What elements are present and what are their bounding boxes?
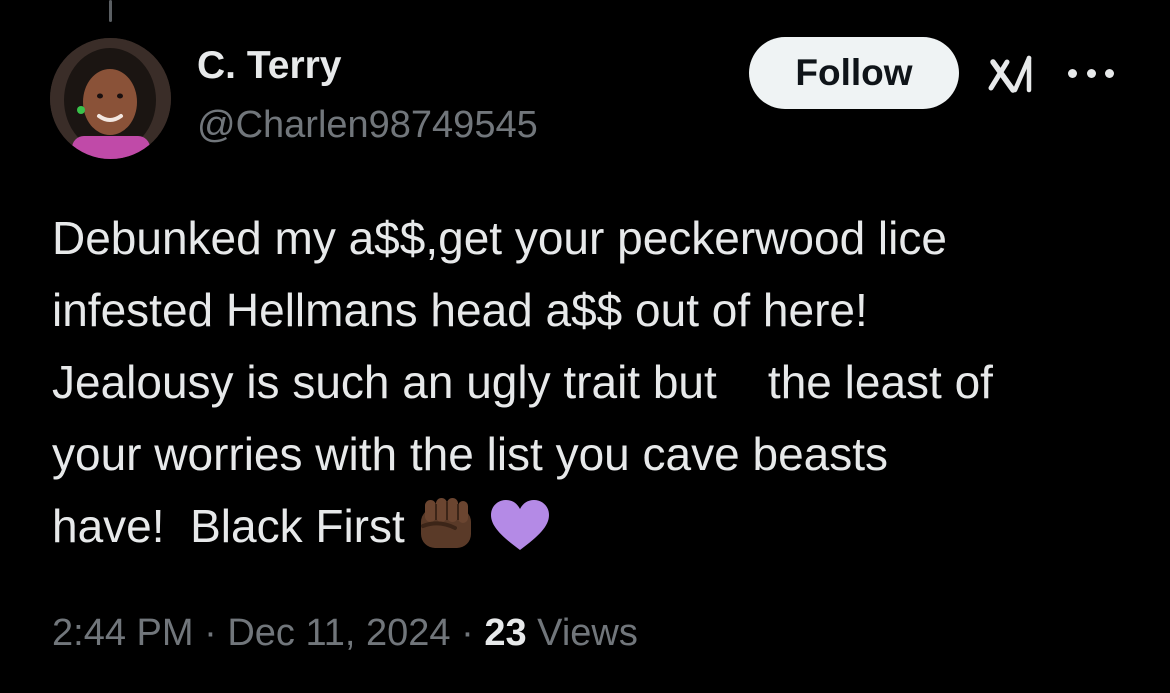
more-dot (1086, 68, 1096, 78)
purple-heart-icon (489, 498, 551, 574)
tweet-line: Debunked my a$$,get your peckerwood lice (52, 212, 947, 264)
tweet-time[interactable]: 2:44 PM (52, 612, 194, 654)
thread-connector-line (109, 0, 112, 22)
tweet-line: infested Hellmans head a$$ out of here! (52, 284, 868, 336)
more-dot (1068, 68, 1077, 78)
meta-separator: · (461, 612, 474, 654)
tweet-date[interactable]: Dec 11, 2024 (227, 612, 450, 654)
author-display-name[interactable]: C. Terry (197, 44, 342, 88)
tweet-line: your worries with the list you cave beas… (52, 428, 889, 480)
grok-icon[interactable] (987, 52, 1037, 96)
tweet-body: Debunked my a$$,get your peckerwood lice… (52, 202, 1132, 562)
tweet-meta: 2:44 PM · Dec 11, 2024 · 23 Views (52, 612, 638, 655)
follow-button[interactable]: Follow (749, 37, 959, 109)
more-dot (1105, 68, 1114, 78)
tweet-line: Jealousy is such an ugly trait but the l… (52, 356, 993, 408)
avatar-image (50, 38, 171, 159)
author-handle[interactable]: @Charlen98749545 (197, 104, 538, 147)
views-count[interactable]: 23 (484, 612, 526, 654)
views-label: Views (537, 612, 638, 654)
tweet-last-line: have! Black First (52, 490, 1132, 562)
more-options-icon[interactable] (1068, 66, 1114, 80)
tweet-line-text: have! Black First (52, 500, 405, 552)
meta-separator: · (204, 612, 217, 654)
raised-fist-icon (415, 496, 479, 574)
avatar[interactable] (50, 38, 171, 159)
